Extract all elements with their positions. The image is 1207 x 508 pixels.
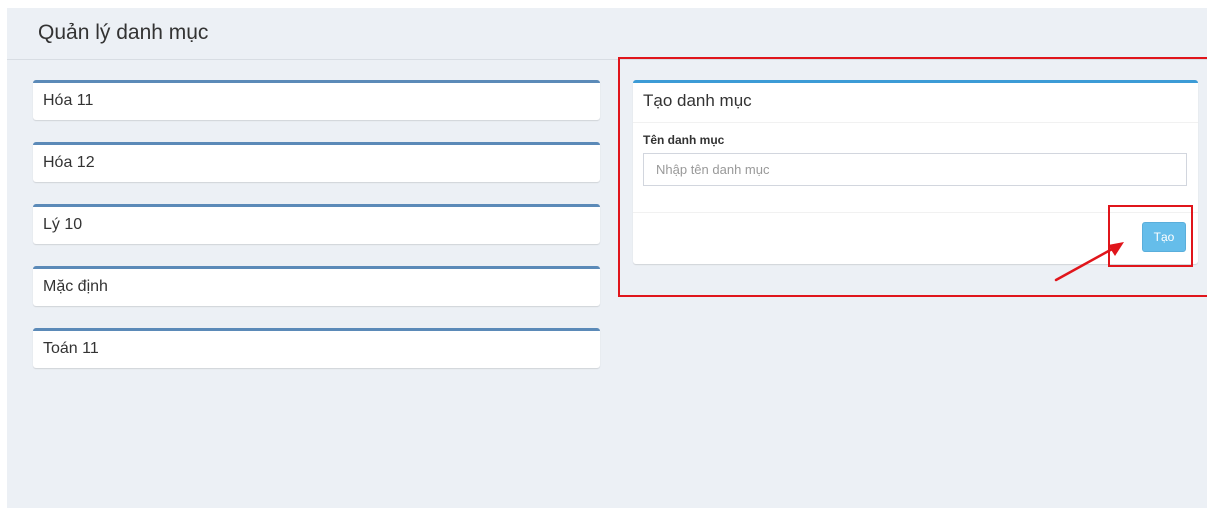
page-title: Quản lý danh mục — [38, 21, 209, 44]
category-management-page: Quản lý danh mục Hóa 11 Hóa 12 Lý 10 Mặc… — [7, 8, 1207, 508]
category-name-label: Tên danh mục — [643, 133, 725, 147]
category-item[interactable]: Mặc định — [33, 266, 600, 306]
category-list: Hóa 11 Hóa 12 Lý 10 Mặc định Toán 11 — [33, 80, 600, 390]
category-item[interactable]: Hóa 11 — [33, 80, 600, 120]
category-name-input[interactable] — [643, 153, 1187, 186]
page-header: Quản lý danh mục — [7, 8, 1207, 60]
panel-header: Tạo danh mục — [633, 83, 1198, 123]
category-item[interactable]: Toán 11 — [33, 328, 600, 368]
category-item[interactable]: Lý 10 — [33, 204, 600, 244]
category-item[interactable]: Hóa 12 — [33, 142, 600, 182]
red-arrow-icon — [1054, 242, 1124, 282]
panel-body: Tên danh mục — [633, 123, 1198, 213]
panel-title: Tạo danh mục — [643, 91, 752, 110]
